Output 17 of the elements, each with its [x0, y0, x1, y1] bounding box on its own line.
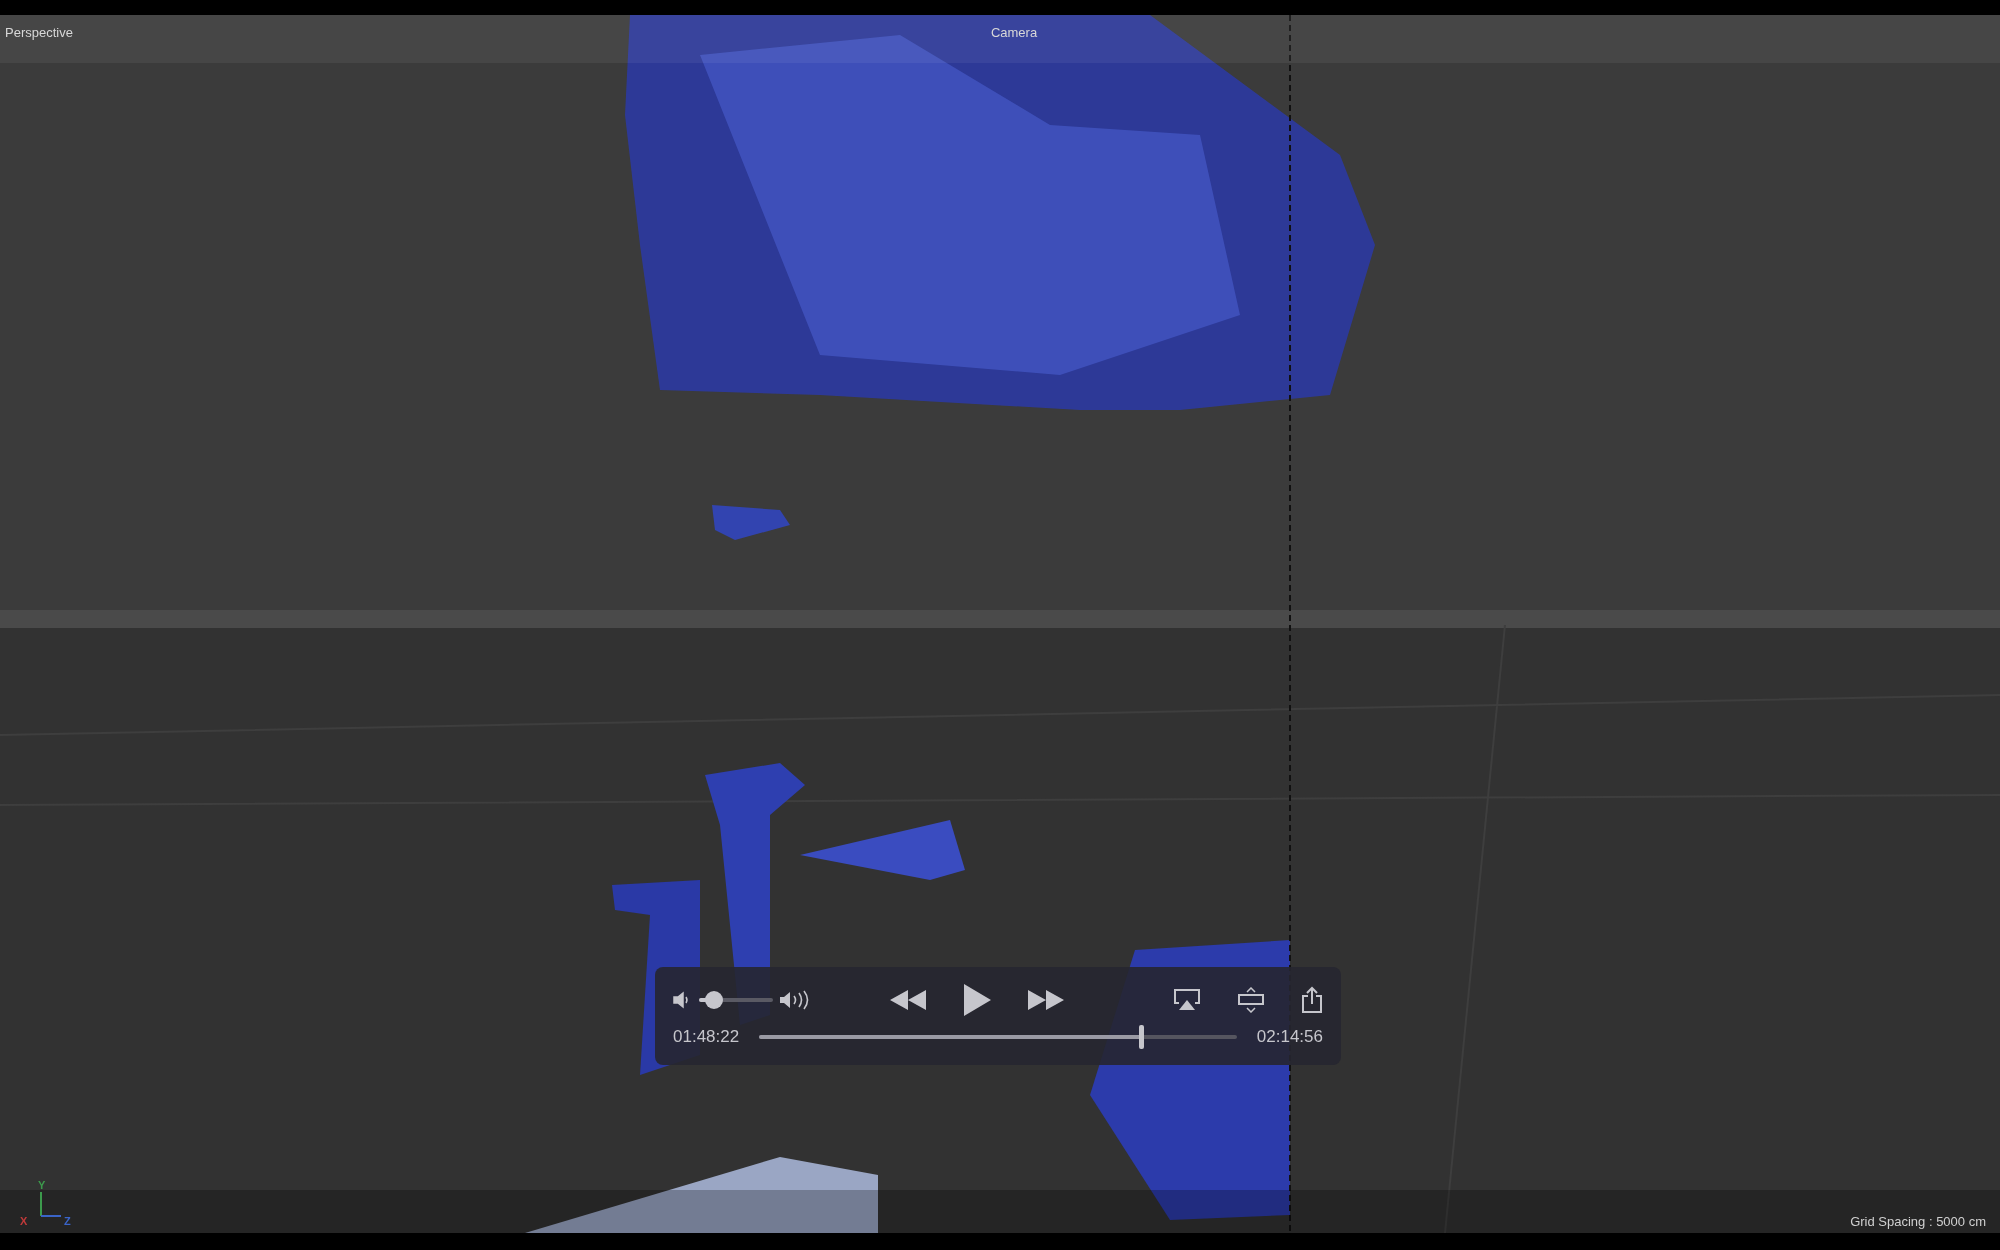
share-button[interactable] — [1301, 986, 1323, 1014]
duration-time: 02:14:56 — [1256, 1027, 1323, 1047]
airplay-button[interactable] — [1173, 988, 1201, 1012]
axis-label: Y — [38, 1179, 46, 1191]
grid-spacing-label: Grid Spacing : 5000 cm — [1850, 1214, 1986, 1229]
play-button[interactable] — [962, 983, 992, 1017]
camera-label: Camera — [990, 25, 1038, 40]
playhead[interactable] — [1139, 1025, 1145, 1049]
axis-label: X — [20, 1215, 28, 1227]
elapsed-time: 01:48:22 — [673, 1027, 740, 1047]
fast-forward-button[interactable] — [1026, 988, 1066, 1012]
volume-slider-thumb[interactable] — [704, 991, 723, 1009]
resize-button[interactable] — [1237, 987, 1265, 1013]
rewind-button[interactable] — [888, 988, 928, 1012]
axis-gizmo-icon — [39, 1192, 61, 1218]
axis-label: Z — [64, 1215, 71, 1227]
view-name: Perspective — [5, 25, 73, 40]
